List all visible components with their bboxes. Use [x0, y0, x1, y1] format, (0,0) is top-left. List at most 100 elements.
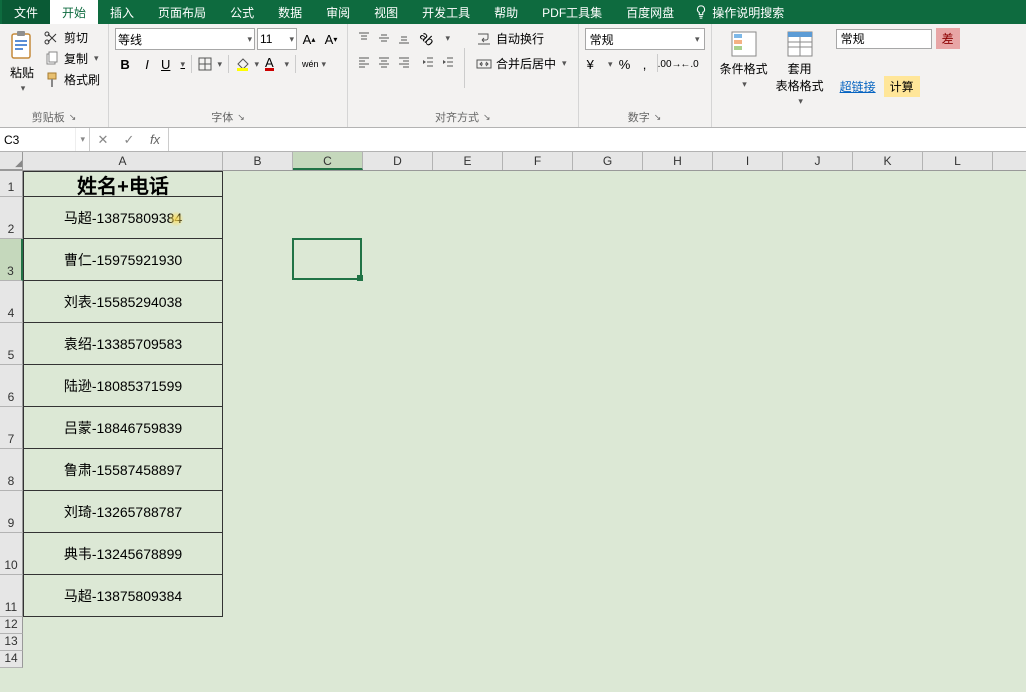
column-header-E[interactable]: E: [433, 152, 503, 170]
align-middle-button[interactable]: [374, 28, 394, 48]
column-header-G[interactable]: G: [573, 152, 643, 170]
tab-insert[interactable]: 插入: [98, 0, 146, 24]
column-header-D[interactable]: D: [363, 152, 433, 170]
tab-developer[interactable]: 开发工具: [410, 0, 482, 24]
align-center-button[interactable]: [374, 52, 394, 72]
font-color-button[interactable]: A▾: [263, 54, 291, 74]
row-header-1[interactable]: 1: [0, 171, 23, 197]
bold-button[interactable]: B: [115, 54, 135, 74]
comma-button[interactable]: ,: [635, 54, 655, 74]
row-header-12[interactable]: 12: [0, 617, 23, 634]
cell-A11[interactable]: 马超-13875809384: [23, 575, 223, 617]
tab-page-layout[interactable]: 页面布局: [146, 0, 218, 24]
orientation-button[interactable]: ab▾: [418, 28, 452, 48]
row-header-7[interactable]: 7: [0, 407, 23, 449]
merge-center-button[interactable]: 合并后居中 ▾: [471, 53, 572, 74]
column-header-H[interactable]: H: [643, 152, 713, 170]
increase-indent-button[interactable]: [438, 52, 458, 72]
row-header-10[interactable]: 10: [0, 533, 23, 575]
cell-A2[interactable]: 马超-13875809384: [23, 197, 223, 239]
tab-file[interactable]: 文件: [2, 0, 50, 24]
align-top-button[interactable]: [354, 28, 374, 48]
cell-A1[interactable]: 姓名+电话: [23, 171, 223, 197]
align-right-button[interactable]: [394, 52, 414, 72]
copy-button[interactable]: 复制 ▾: [42, 49, 102, 68]
tab-home[interactable]: 开始: [50, 0, 98, 24]
chevron-down-icon[interactable]: ▾: [75, 128, 85, 151]
cell-A3[interactable]: 曹仁-15975921930: [23, 239, 223, 281]
italic-button[interactable]: I: [137, 54, 157, 74]
row-header-14[interactable]: 14: [0, 651, 23, 668]
formula-input[interactable]: [169, 128, 1026, 151]
fx-button[interactable]: fx: [142, 132, 168, 147]
column-header-C[interactable]: C: [293, 152, 363, 170]
conditional-format-button[interactable]: 条件格式 ▾: [718, 28, 770, 123]
hyperlink-style[interactable]: 超链接: [836, 76, 880, 97]
column-header-F[interactable]: F: [503, 152, 573, 170]
dialog-launcher-icon[interactable]: ↘: [654, 112, 662, 123]
row-header-6[interactable]: 6: [0, 365, 23, 407]
cut-button[interactable]: 剪切: [42, 28, 102, 47]
row-header-11[interactable]: 11: [0, 575, 23, 617]
cancel-formula-button[interactable]: ✕: [90, 132, 116, 148]
row-header-2[interactable]: 2: [0, 197, 23, 239]
tab-data[interactable]: 数据: [266, 0, 314, 24]
column-header-J[interactable]: J: [783, 152, 853, 170]
align-left-button[interactable]: [354, 52, 374, 72]
name-box[interactable]: C3 ▾: [0, 128, 90, 151]
column-header-I[interactable]: I: [713, 152, 783, 170]
cell-A8[interactable]: 鲁肃-15587458897: [23, 449, 223, 491]
column-header-B[interactable]: B: [223, 152, 293, 170]
underline-button[interactable]: U▾: [159, 54, 187, 74]
cell-A10[interactable]: 典韦-13245678899: [23, 533, 223, 575]
row-header-5[interactable]: 5: [0, 323, 23, 365]
decrease-indent-button[interactable]: [418, 52, 438, 72]
column-header-A[interactable]: A: [23, 152, 223, 170]
calc-badge[interactable]: 计算: [884, 76, 920, 97]
cell-A7[interactable]: 吕蒙-18846759839: [23, 407, 223, 449]
accept-formula-button[interactable]: ✓: [116, 132, 142, 148]
row-header-3[interactable]: 3: [0, 239, 23, 281]
cell-A4[interactable]: 刘表-15585294038: [23, 281, 223, 323]
row-header-13[interactable]: 13: [0, 634, 23, 651]
tab-review[interactable]: 审阅: [314, 0, 362, 24]
dialog-launcher-icon[interactable]: ↘: [237, 112, 245, 123]
percent-button[interactable]: %: [615, 54, 635, 74]
tab-help[interactable]: 帮助: [482, 0, 530, 24]
dialog-launcher-icon[interactable]: ↘: [69, 112, 77, 123]
format-painter-button[interactable]: 格式刷: [42, 70, 102, 89]
paste-button[interactable]: 粘贴 ▾: [6, 28, 38, 107]
cell-A5[interactable]: 袁绍-13385709583: [23, 323, 223, 365]
increase-font-button[interactable]: A▴: [299, 29, 319, 49]
column-header-L[interactable]: L: [923, 152, 993, 170]
cell-A9[interactable]: 刘琦-13265788787: [23, 491, 223, 533]
align-bottom-button[interactable]: [394, 28, 414, 48]
increase-decimal-button[interactable]: .00→: [660, 54, 680, 74]
row-header-4[interactable]: 4: [0, 281, 23, 323]
tab-formulas[interactable]: 公式: [218, 0, 266, 24]
decrease-font-button[interactable]: A▾: [321, 29, 341, 49]
row-header-8[interactable]: 8: [0, 449, 23, 491]
tab-pdf-tools[interactable]: PDF工具集: [530, 0, 614, 24]
cell-style-input[interactable]: [836, 29, 932, 49]
tell-me-search[interactable]: 操作说明搜索: [686, 4, 792, 21]
font-size-combo[interactable]: 11▾: [257, 28, 297, 50]
diff-badge[interactable]: 差: [936, 28, 960, 49]
dialog-launcher-icon[interactable]: ↘: [483, 112, 491, 123]
format-as-table-button[interactable]: 套用 表格格式 ▾: [774, 28, 826, 123]
fill-color-button[interactable]: ▾: [233, 54, 261, 74]
fill-handle[interactable]: [357, 275, 363, 281]
row-header-9[interactable]: 9: [0, 491, 23, 533]
cells-grid[interactable]: 姓名+电话马超-13875809384曹仁-15975921930刘表-1558…: [23, 171, 223, 668]
tab-view[interactable]: 视图: [362, 0, 410, 24]
wrap-text-button[interactable]: 自动换行: [471, 28, 572, 49]
accounting-format-button[interactable]: ¥▾: [585, 54, 615, 74]
number-format-combo[interactable]: 常规▾: [585, 28, 705, 50]
decrease-decimal-button[interactable]: ←.0: [680, 54, 700, 74]
border-button[interactable]: ▾: [196, 54, 224, 74]
column-header-K[interactable]: K: [853, 152, 923, 170]
cell-A6[interactable]: 陆逊-18085371599: [23, 365, 223, 407]
tab-baidu-netdisk[interactable]: 百度网盘: [614, 0, 686, 24]
select-all-corner[interactable]: ◢: [0, 152, 23, 170]
font-name-combo[interactable]: 等线▾: [115, 28, 255, 50]
